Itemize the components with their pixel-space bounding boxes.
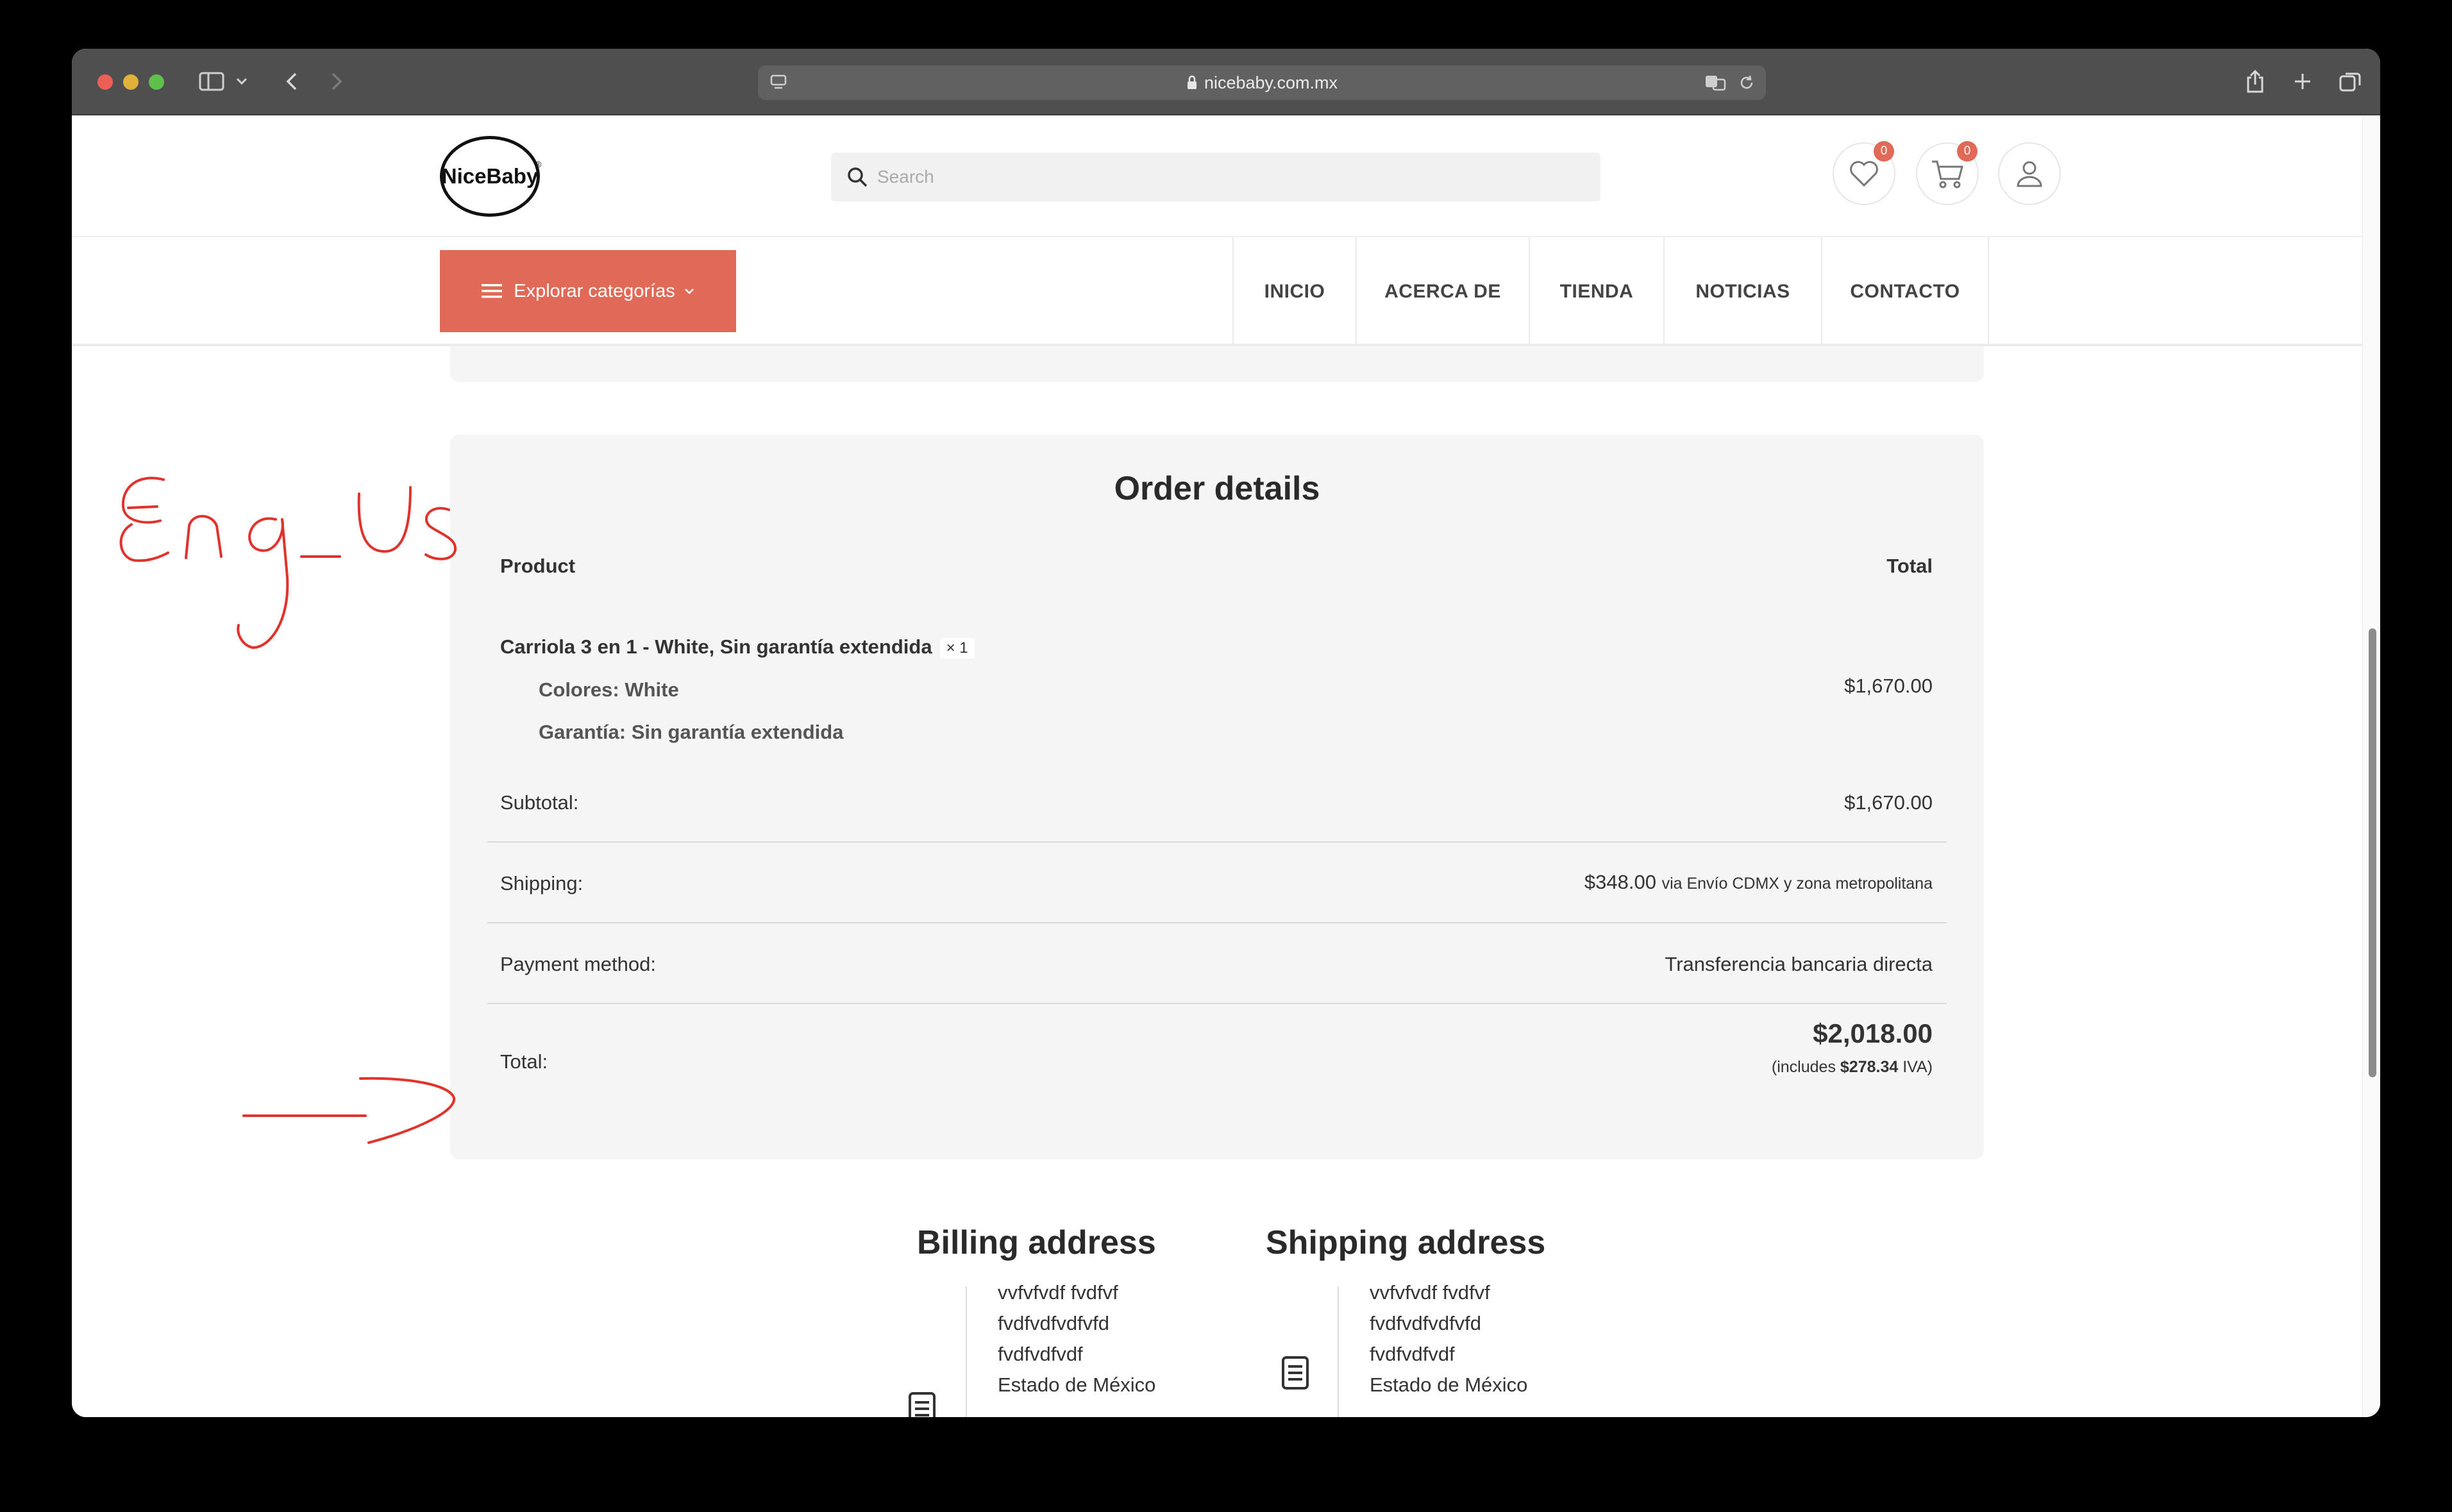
- payment-method-value: Transferencia bancaria directa: [1665, 953, 1933, 975]
- billing-address-line: Estado de México: [998, 1373, 1156, 1396]
- subtotal-label: Subtotal:: [500, 791, 579, 814]
- browser-window: nicebaby.com.mx NiceBaby ® Search 0 0 Ex…: [72, 49, 2380, 1417]
- order-item-name[interactable]: Carriola 3 en 1 - White, Sin garantía ex…: [500, 635, 975, 659]
- search-input[interactable]: [877, 167, 1583, 187]
- billing-address-line: fvdfvdfvdf: [998, 1343, 1083, 1365]
- billing-address-line: vvfvfvdf fvdfvf: [998, 1281, 1118, 1304]
- scrollbar-thumb[interactable]: [2369, 628, 2376, 1077]
- wishlist-button[interactable]: 0: [1833, 141, 1895, 205]
- shipping-label: Shipping:: [500, 872, 584, 895]
- header-divider: [72, 236, 2362, 237]
- shipping-address-line: fvdfvdfvdf: [1370, 1343, 1455, 1365]
- explore-categories-label: Explorar categorías: [514, 280, 675, 301]
- browser-toolbar: nicebaby.com.mx: [72, 49, 2380, 115]
- account-button[interactable]: [1998, 142, 2061, 205]
- total-label: Total:: [500, 1050, 548, 1073]
- sidebar-toggle-icon[interactable]: [192, 65, 231, 97]
- cart-count-badge: 0: [1957, 141, 1978, 162]
- order-item-meta-colores: Colores: White: [539, 678, 679, 701]
- minimize-window-button[interactable]: [123, 74, 139, 90]
- web-page: NiceBaby ® 0 0: [72, 115, 2380, 1417]
- document-icon: [1281, 1356, 1309, 1390]
- row-divider: [487, 1003, 1947, 1004]
- shipping-address-line: Estado de México: [1370, 1373, 1528, 1396]
- tax-prefix: (includes: [1771, 1058, 1836, 1076]
- column-header-product: Product: [500, 555, 576, 577]
- search-bar[interactable]: [831, 153, 1600, 201]
- billing-address-bar: [966, 1286, 967, 1417]
- total-value: $2,018.00: [1813, 1018, 1933, 1048]
- nav-item-inicio[interactable]: INICIO: [1232, 237, 1356, 346]
- chevron-down-icon[interactable]: [232, 65, 251, 97]
- zoom-window-button[interactable]: [149, 74, 164, 90]
- close-window-button[interactable]: [97, 74, 113, 90]
- user-icon: [2015, 159, 2044, 189]
- shipping-address-title: Shipping address: [1266, 1224, 1546, 1261]
- shipping-value: $348.00 via Envío CDMX y zona metropolit…: [1584, 871, 1933, 894]
- subtotal-value: $1,670.00: [1844, 791, 1933, 814]
- cart-button[interactable]: 0: [1916, 141, 1979, 205]
- shipping-address-line: vvfvfvdf fvdfvf: [1370, 1281, 1490, 1304]
- url-text: nicebaby.com.mx: [1204, 72, 1338, 92]
- shipping-method: via Envío CDMX y zona metropolitana: [1661, 875, 1933, 893]
- nav-item-contacto[interactable]: CONTACTO: [1821, 237, 1989, 346]
- payment-method-label: Payment method:: [500, 953, 656, 975]
- heart-icon: [1849, 160, 1879, 188]
- share-icon[interactable]: [2239, 65, 2271, 97]
- main-nav: INICIO ACERCA DE TIENDA NOTICIAS CONTACT…: [1232, 237, 1989, 346]
- wishlist-count-badge: 0: [1874, 141, 1894, 162]
- tax-note: (includes $278.34 IVA): [1772, 1058, 1933, 1077]
- explore-categories-button[interactable]: Explorar categorías: [440, 250, 736, 332]
- page-settings-icon[interactable]: [769, 74, 787, 91]
- tab-overview-icon[interactable]: [2334, 65, 2366, 97]
- forward-arrow-icon[interactable]: [321, 65, 353, 97]
- lock-icon: [1186, 75, 1198, 90]
- billing-address-title: Billing address: [917, 1224, 1156, 1261]
- address-bar[interactable]: nicebaby.com.mx: [758, 65, 1766, 100]
- nav-item-noticias[interactable]: NOTICIAS: [1663, 237, 1821, 346]
- previous-section-card: [450, 346, 1984, 382]
- search-icon: [846, 166, 868, 188]
- row-divider: [487, 841, 1947, 843]
- order-item-price: $1,670.00: [1844, 675, 1933, 697]
- order-details-card: Order details Product Total Carriola 3 e…: [450, 435, 1984, 1159]
- billing-address-line: fvdfvdfvdfvfd: [998, 1312, 1110, 1334]
- column-header-total: Total: [1886, 555, 1933, 577]
- logo-registered-mark: ®: [535, 159, 542, 169]
- order-item-quantity: × 1: [939, 637, 975, 659]
- tax-suffix: IVA): [1902, 1058, 1933, 1076]
- logo-text: NiceBaby: [441, 164, 539, 188]
- shipping-address-bar: [1338, 1286, 1339, 1417]
- order-item-name-text: Carriola 3 en 1 - White, Sin garantía ex…: [500, 635, 932, 658]
- shipping-amount: $348.00: [1584, 871, 1656, 893]
- nav-item-acerca-de[interactable]: ACERCA DE: [1356, 237, 1529, 346]
- hamburger-icon: [482, 283, 503, 299]
- site-logo[interactable]: NiceBaby: [440, 136, 540, 217]
- chevron-down-icon: [684, 288, 694, 294]
- row-divider: [487, 922, 1947, 923]
- order-details-title: Order details: [1114, 470, 1320, 507]
- back-arrow-icon[interactable]: [276, 65, 308, 97]
- translate-icon[interactable]: [1704, 74, 1727, 91]
- order-item-meta-garantia: Garantía: Sin garantía extendida: [539, 721, 844, 743]
- shopping-cart-icon: [1930, 158, 1965, 189]
- new-tab-icon[interactable]: [2287, 65, 2319, 97]
- nav-item-tienda[interactable]: TIENDA: [1529, 237, 1663, 346]
- reload-icon[interactable]: [1738, 74, 1756, 92]
- document-icon: [908, 1391, 936, 1417]
- tax-amount: $278.34: [1840, 1058, 1899, 1076]
- shipping-address-line: fvdfvdfvdfvfd: [1370, 1312, 1482, 1334]
